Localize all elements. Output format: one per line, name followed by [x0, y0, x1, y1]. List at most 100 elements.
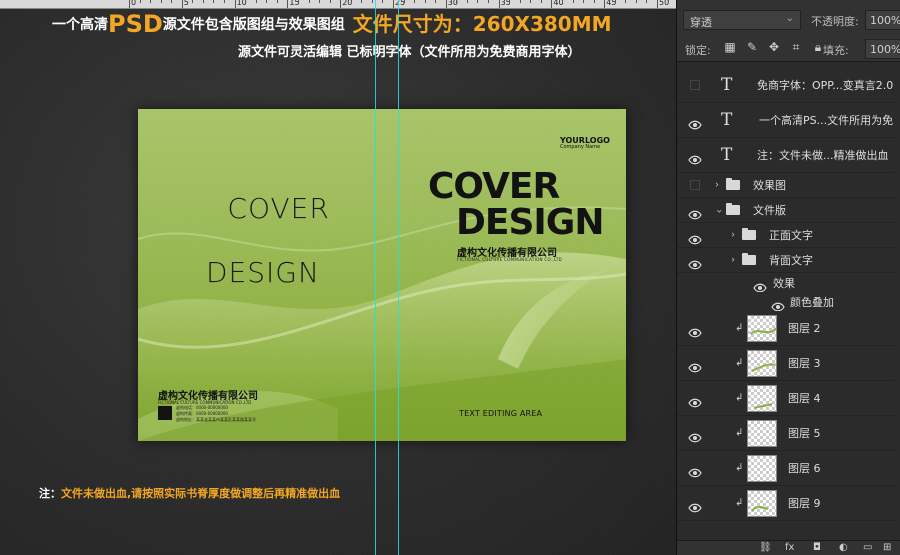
header-size: 文件尺寸为：260X380MM — [352, 12, 612, 36]
lock-paint-icon[interactable]: ✎ — [745, 40, 759, 55]
ruler-minor-tick — [160, 0, 162, 3]
layers-list: T 免商字体：OPP...变真言2.0 T 一个高清PS...文件所用为免 T 注：文件未… — [677, 68, 900, 521]
folder-icon — [742, 253, 756, 265]
layer-row[interactable]: T 注：文件未做...精准做出血 — [677, 138, 900, 173]
layer-row[interactable]: ↲ 图层 9 — [677, 486, 900, 521]
visibility-eye-icon[interactable] — [688, 150, 702, 165]
layers-panel-options: 穿透 ⌄ 不透明度: 100% 锁定: ▦ ✎ ✥ ⌗ 🔒︎ 填充: 100% — [677, 0, 900, 62]
visibility-eye-icon[interactable] — [688, 428, 702, 443]
layer-row[interactable]: T 一个高清PS...文件所用为免 — [677, 103, 900, 138]
ruler-label: 0 — [131, 0, 137, 7]
ruler-minor-tick — [477, 0, 479, 3]
visibility-eye-icon[interactable] — [690, 180, 700, 190]
layer-thumbnail — [747, 490, 777, 517]
ruler-minor-tick — [593, 0, 595, 3]
note-label: 注： — [39, 487, 61, 500]
layer-row[interactable]: ↲ 图层 3 — [677, 346, 900, 381]
ruler-minor-tick — [466, 0, 468, 3]
clipping-mask-icon: ↲ — [735, 427, 744, 439]
layer-name: 一个高清PS...文件所用为免 — [759, 114, 894, 127]
layer-name: 注：文件未做...精准做出血 — [757, 149, 889, 162]
layer-row[interactable]: › 背面文字 — [677, 248, 900, 273]
visibility-eye-icon[interactable] — [690, 80, 700, 90]
ruler-minor-tick — [561, 0, 563, 3]
adjustment-icon[interactable]: ◐ — [839, 542, 848, 553]
layer-thumbnail — [747, 350, 777, 377]
ruler-minor-tick — [509, 0, 511, 3]
visibility-eye-icon[interactable] — [753, 278, 767, 292]
ruler-minor-tick — [308, 0, 310, 3]
ruler-minor-tick — [371, 0, 373, 3]
ruler-minor-tick — [435, 0, 437, 3]
header-prefix: 一个高清 — [52, 17, 108, 33]
ruler-minor-tick — [255, 0, 257, 3]
chevron-right-icon[interactable]: › — [731, 255, 735, 266]
mask-icon[interactable]: ◘ — [813, 542, 821, 553]
ruler-minor-tick — [139, 0, 141, 3]
blend-mode-value: 穿透 — [690, 16, 712, 29]
ruler-minor-tick — [192, 0, 194, 3]
book-cover[interactable]: COVER DESIGN YOURLOGO Company Name COVER… — [138, 109, 626, 441]
layer-row[interactable]: ↲ 图层 6 — [677, 451, 900, 486]
ruler-minor-tick — [202, 0, 204, 3]
layer-row[interactable]: 效果 — [677, 273, 900, 292]
layer-thumbnail — [747, 315, 777, 342]
layer-row[interactable]: › 效果图 — [677, 173, 900, 198]
layer-row[interactable]: T 免商字体：OPP...变真言2.0 — [677, 68, 900, 103]
chevron-right-icon[interactable]: › — [731, 230, 735, 241]
visibility-eye-icon[interactable] — [688, 230, 702, 245]
chevron-down-icon[interactable]: ⌄ — [715, 205, 723, 216]
visibility-eye-icon[interactable] — [688, 358, 702, 373]
spine-guide-left[interactable] — [375, 0, 376, 555]
ruler-minor-tick — [583, 0, 585, 3]
opacity-input[interactable]: 100% — [865, 10, 900, 30]
layer-thumbnail — [747, 455, 777, 482]
new-group-icon[interactable]: ▭ — [863, 542, 872, 553]
visibility-eye-icon[interactable] — [688, 255, 702, 270]
layer-name: 图层 2 — [788, 322, 821, 335]
layer-row[interactable]: ↲ 图层 4 — [677, 381, 900, 416]
visibility-eye-icon[interactable] — [688, 393, 702, 408]
link-layers-icon[interactable]: ⛓ — [759, 542, 772, 553]
ruler-minor-tick — [245, 0, 247, 3]
lock-artboard-icon[interactable]: ⌗ — [789, 40, 803, 55]
visibility-eye-icon[interactable] — [771, 297, 785, 311]
layer-thumbnail — [747, 385, 777, 412]
visibility-eye-icon[interactable] — [688, 463, 702, 478]
ruler-minor-tick — [361, 0, 363, 3]
back-contact-lines: 虚构电话：0000-00000000 虚构传真：0000-00000000 虚构… — [176, 405, 256, 423]
ruler-minor-tick — [224, 0, 226, 3]
layer-name: 免商字体：OPP...变真言2.0 — [757, 79, 894, 92]
fx-icon[interactable]: fx — [785, 542, 794, 553]
layer-row[interactable]: ↲ 图层 2 — [677, 311, 900, 346]
fill-input[interactable]: 100% — [865, 39, 900, 59]
document-canvas[interactable]: 0 5 10 15 20 25 30 35 40 45 50 一个高清PSD源文件包含版图组与效果图… — [0, 0, 676, 555]
layer-name: 效果图 — [753, 179, 786, 192]
folder-icon — [726, 178, 740, 190]
layer-row[interactable]: 颜色叠加 — [677, 292, 900, 311]
layer-row[interactable]: ⌄ 文件版 — [677, 198, 900, 223]
new-layer-icon[interactable]: ⊞ — [883, 542, 891, 553]
clipping-mask-icon: ↲ — [735, 322, 744, 334]
visibility-eye-icon[interactable] — [688, 498, 702, 513]
blend-mode-select[interactable]: 穿透 ⌄ — [683, 10, 801, 30]
layers-scrollbar[interactable] — [895, 68, 900, 540]
layer-row[interactable]: › 正面文字 — [677, 223, 900, 248]
spine-guide-right[interactable] — [398, 0, 399, 555]
lock-position-icon[interactable]: ✥ — [767, 40, 781, 55]
ruler-minor-tick — [350, 0, 352, 3]
visibility-eye-icon[interactable] — [688, 205, 702, 220]
chevron-down-icon: ⌄ — [785, 13, 794, 24]
front-company-en: FICTIONAL CULTURE COMMUNICATION CO.,LTD — [457, 257, 563, 262]
visibility-eye-icon[interactable] — [688, 323, 702, 338]
fill-label: 填充: — [823, 44, 849, 57]
ruler-minor-tick — [456, 0, 458, 3]
text-layer-icon: T — [721, 145, 733, 165]
ruler-minor-tick — [540, 0, 542, 3]
ruler-minor-tick — [319, 0, 321, 3]
lock-transparent-icon[interactable]: ▦ — [723, 40, 737, 55]
layer-row[interactable]: ↲ 图层 5 — [677, 416, 900, 451]
visibility-eye-icon[interactable] — [688, 115, 702, 130]
folder-icon — [742, 228, 756, 240]
chevron-right-icon[interactable]: › — [715, 180, 719, 191]
